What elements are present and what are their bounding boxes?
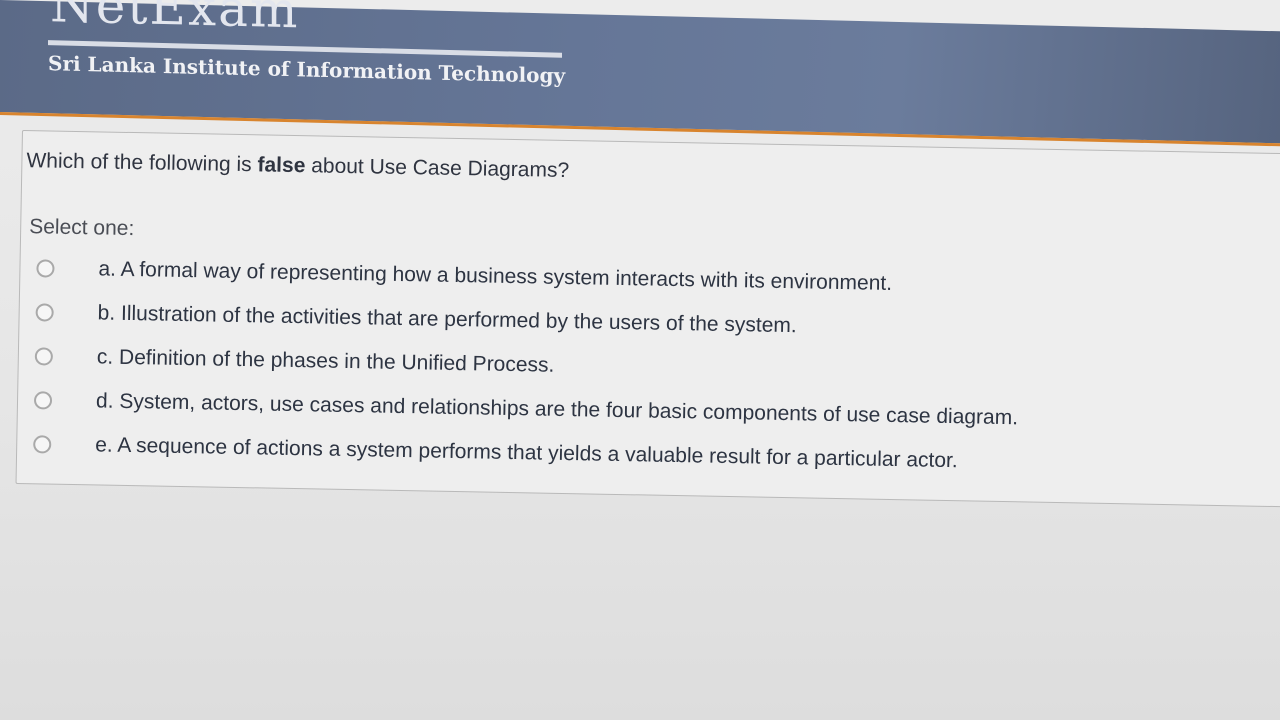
answer-option-c[interactable]: c. Definition of the phases in the Unifi… [34,341,555,381]
answer-option-e[interactable]: e. A sequence of actions a system perfor… [33,429,958,476]
quiz-page: NetExam Sri Lanka Institute of Informati… [0,0,1280,720]
answer-option-d[interactable]: d. System, actors, use cases and relatio… [33,385,1019,433]
answer-option-b[interactable]: b. Illustration of the activities that a… [35,297,797,341]
question-text: Which of the following is false about Us… [26,149,569,183]
question-card: Which of the following is false about Us… [15,130,1280,508]
radio-button-a[interactable] [36,259,55,278]
institution-name: Sri Lanka Institute of Information Techn… [48,51,566,88]
radio-button-c[interactable] [34,347,54,366]
radio-button-e[interactable] [33,435,52,454]
answer-label-d[interactable]: d. System, actors, use cases and relatio… [96,389,1018,430]
select-one-prompt: Select one: [29,215,135,241]
radio-button-d[interactable] [33,391,53,410]
radio-button-b[interactable] [35,303,54,322]
answer-option-a[interactable]: a. A formal way of representing how a bu… [36,253,892,299]
answer-label-a[interactable]: a. A formal way of representing how a bu… [98,257,892,296]
answer-label-b[interactable]: b. Illustration of the activities that a… [97,301,796,338]
answer-label-e[interactable]: e. A sequence of actions a system perfor… [95,433,958,473]
site-logo: NetExam [50,0,300,40]
question-emphasis: false [257,153,306,178]
site-header: NetExam Sri Lanka Institute of Informati… [0,0,1280,147]
question-prefix: Which of the following is [26,149,258,177]
answer-label-c[interactable]: c. Definition of the phases in the Unifi… [97,345,555,377]
question-suffix: about Use Case Diagrams? [305,154,570,183]
